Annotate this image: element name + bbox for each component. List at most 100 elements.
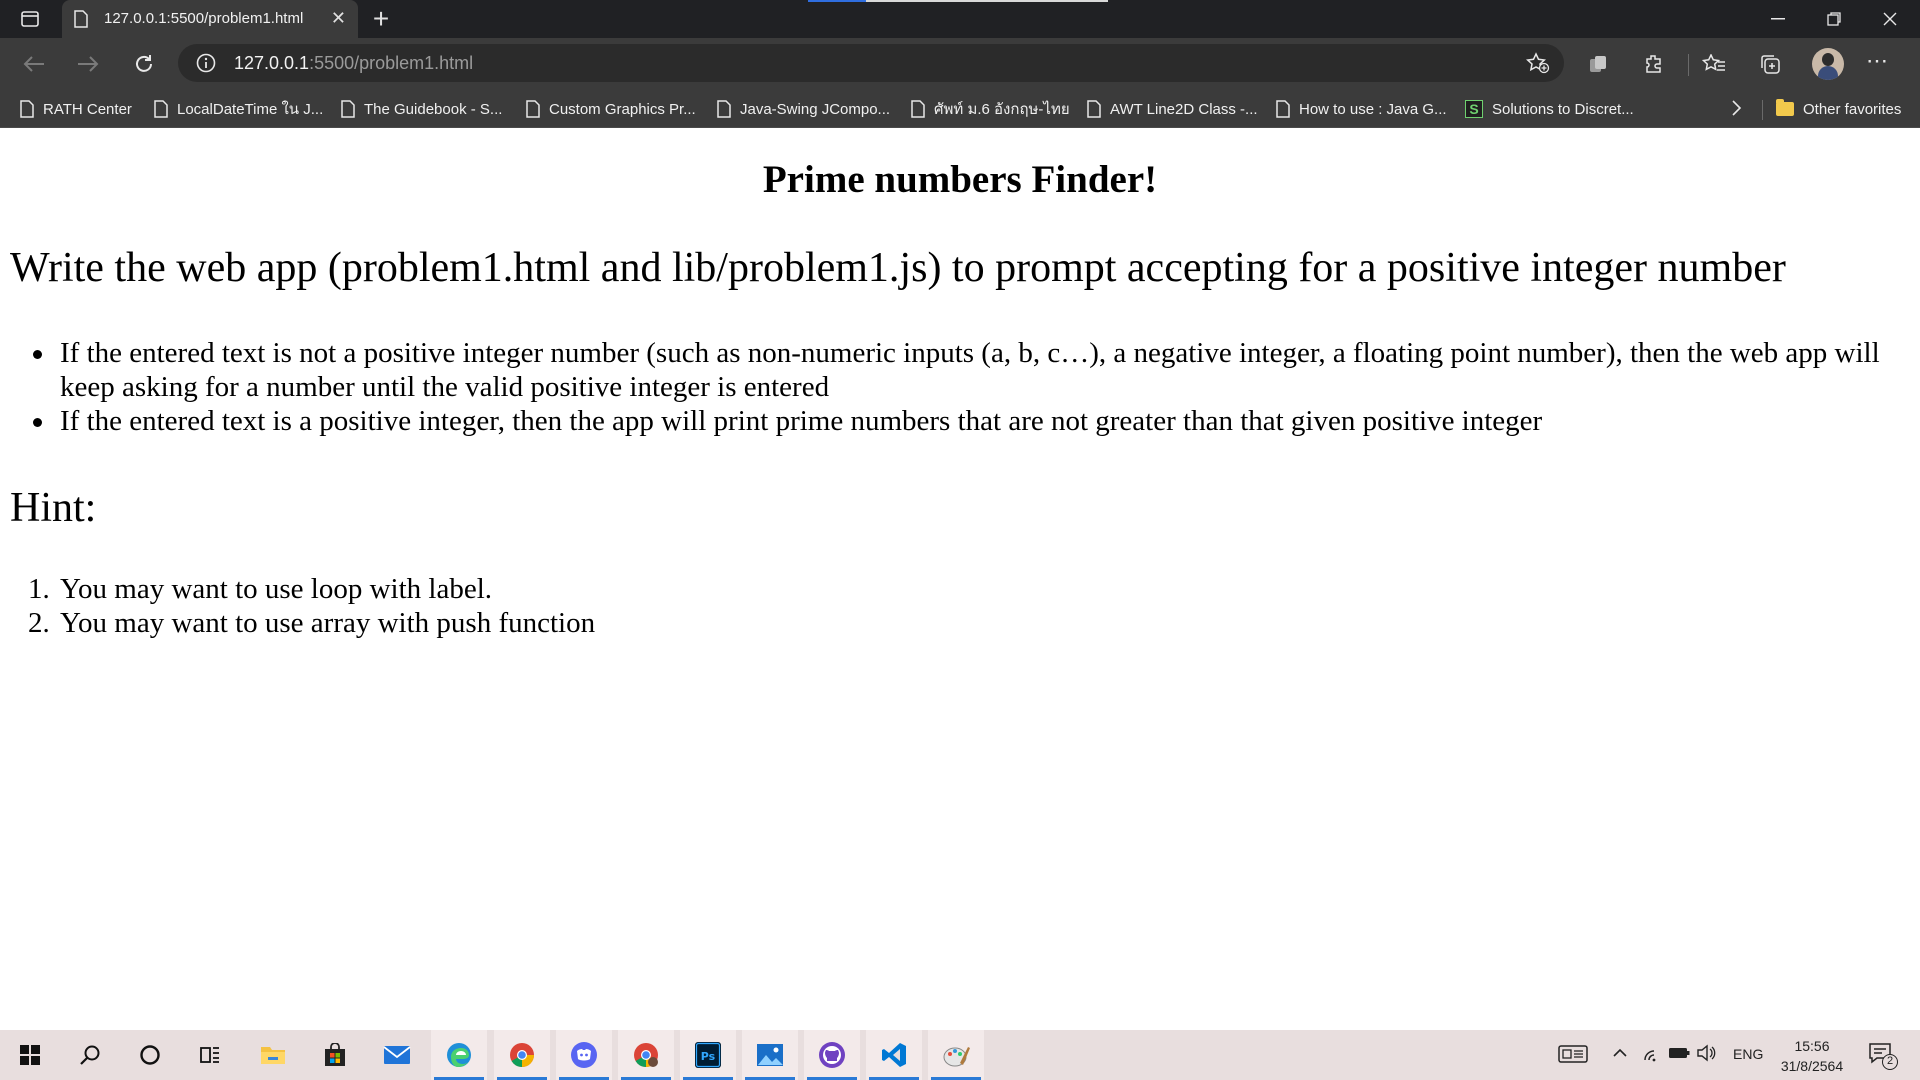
refresh-button[interactable]	[126, 48, 162, 80]
address-bar[interactable]: 127.0.0.1:5500/problem1.html	[178, 44, 1564, 82]
input-language[interactable]: ENG	[1733, 1046, 1763, 1062]
file-explorer-icon[interactable]	[245, 1030, 301, 1080]
page-icon	[1087, 100, 1101, 118]
extension-copy-icon[interactable]	[1584, 50, 1612, 78]
bookmark-label: AWT Line2D Class -...	[1110, 100, 1258, 118]
page-icon	[20, 100, 34, 118]
collections-icon[interactable]	[1756, 50, 1784, 78]
bookmark-label: LocalDateTime ใน J...	[177, 101, 324, 118]
news-widget-icon[interactable]	[1558, 1044, 1588, 1064]
svg-text:Ps: Ps	[701, 1050, 716, 1063]
profile-avatar[interactable]	[1812, 48, 1844, 80]
bookmark-item[interactable]: S Solutions to Discret...	[1465, 96, 1634, 122]
tab-actions-icon[interactable]	[14, 8, 46, 30]
chevron-up-icon[interactable]	[1612, 1044, 1628, 1062]
browser-toolbar: 127.0.0.1:5500/problem1.html ⋯	[0, 38, 1920, 90]
close-window-button[interactable]	[1862, 0, 1918, 38]
bookmark-label: How to use : Java G...	[1299, 100, 1447, 118]
vscode-icon[interactable]	[866, 1030, 922, 1080]
tab-close-button[interactable]: ✕	[331, 8, 346, 28]
browser-title-bar: 127.0.0.1:5500/problem1.html ✕ +	[0, 0, 1920, 38]
bookmark-label: Java-Swing JCompo...	[740, 100, 891, 118]
tab-title: 127.0.0.1:5500/problem1.html	[104, 10, 304, 27]
photoshop-icon[interactable]: Ps	[680, 1030, 736, 1080]
tab-strip-indicator-accent	[808, 0, 866, 2]
hint-text: You may want to use array with push func…	[60, 607, 596, 639]
bookmark-label: RATH Center	[43, 100, 132, 118]
photos-icon[interactable]	[742, 1030, 798, 1080]
clock[interactable]: 15:56 31/8/2564	[1774, 1036, 1850, 1076]
minimize-button[interactable]	[1750, 0, 1806, 38]
back-button[interactable]	[16, 48, 52, 80]
forward-button[interactable]	[70, 48, 106, 80]
list-item: 1. You may want to use loop with label.	[28, 572, 595, 606]
extensions-puzzle-icon[interactable]	[1640, 50, 1668, 78]
bookmark-label: ศัพท์ ม.6 อังกฤษ-ไทย	[934, 101, 1070, 118]
store-icon[interactable]	[307, 1030, 363, 1080]
page-icon	[911, 100, 925, 118]
search-icon[interactable]	[62, 1030, 118, 1080]
chrome-profile-icon[interactable]	[618, 1030, 674, 1080]
bookmark-item[interactable]: Custom Graphics Pr...	[526, 96, 696, 122]
page-icon	[717, 100, 731, 118]
add-favorite-icon[interactable]	[1526, 52, 1550, 79]
list-number: 1.	[28, 573, 50, 605]
page-title: Prime numbers Finder!	[762, 158, 1158, 201]
bookmark-item[interactable]: Java-Swing JCompo...	[717, 96, 890, 122]
chrome-icon[interactable]	[494, 1030, 550, 1080]
list-item: 2. You may want to use array with push fu…	[28, 606, 596, 640]
battery-icon[interactable]	[1668, 1044, 1690, 1062]
page-icon	[1276, 100, 1290, 118]
new-tab-button[interactable]: +	[366, 4, 396, 34]
page-icon	[341, 100, 355, 118]
site-s-icon: S	[1465, 100, 1483, 118]
requirements-list: If the entered text is not a positive in…	[33, 336, 1900, 438]
site-info-icon[interactable]	[196, 53, 216, 78]
bookmark-label: Custom Graphics Pr...	[549, 100, 696, 118]
restore-button[interactable]	[1806, 0, 1862, 38]
volume-icon[interactable]	[1696, 1044, 1718, 1062]
page-icon	[154, 100, 168, 118]
settings-more-button[interactable]: ⋯	[1866, 48, 1889, 74]
url-host: 127.0.0.1	[234, 53, 310, 73]
cortana-icon[interactable]	[122, 1030, 178, 1080]
chevron-right-icon[interactable]	[1730, 99, 1742, 122]
toolbar-separator	[1688, 54, 1689, 76]
notification-center-icon[interactable]: 2	[1868, 1042, 1898, 1070]
bookmark-item[interactable]: LocalDateTime ใน J...	[154, 96, 323, 122]
hints-list: 1. You may want to use loop with label. 2…	[28, 572, 596, 640]
other-favorites[interactable]: Other favorites	[1776, 96, 1901, 122]
page-content: Prime numbers Finder! Write the web app …	[0, 128, 1920, 1030]
start-icon[interactable]	[2, 1030, 58, 1080]
favorites-separator	[1762, 100, 1763, 120]
browser-tab[interactable]: 127.0.0.1:5500/problem1.html ✕	[62, 0, 358, 38]
notification-count-badge: 2	[1882, 1054, 1898, 1070]
bookmark-label: Solutions to Discret...	[1492, 100, 1634, 118]
hint-heading: Hint:	[10, 485, 97, 531]
taskbar: Ps ENG 15:56 31/8/2564 2	[0, 1030, 1920, 1080]
github-desktop-icon[interactable]	[804, 1030, 860, 1080]
page-icon	[74, 10, 88, 33]
paint-icon[interactable]	[928, 1030, 984, 1080]
list-item: If the entered text is not a positive in…	[33, 336, 1900, 404]
bookmark-item[interactable]: How to use : Java G...	[1276, 96, 1447, 122]
favorites-bar: RATH Center LocalDateTime ใน J... The Gu…	[0, 90, 1920, 128]
bookmark-item[interactable]: ศัพท์ ม.6 อังกฤษ-ไทย	[911, 96, 1070, 122]
intro-heading: Write the web app (problem1.html and lib…	[10, 245, 1786, 291]
hint-text: You may want to use loop with label.	[60, 573, 493, 605]
other-favorites-label: Other favorites	[1803, 100, 1902, 118]
task-view-icon[interactable]	[182, 1030, 238, 1080]
folder-icon	[1776, 99, 1794, 116]
edge-icon[interactable]	[431, 1030, 487, 1080]
bookmark-item[interactable]: The Guidebook - S...	[341, 96, 502, 122]
page-icon	[526, 100, 540, 118]
discord-icon[interactable]	[556, 1030, 612, 1080]
bookmark-item[interactable]: RATH Center	[20, 96, 132, 122]
favorites-icon[interactable]	[1700, 50, 1728, 78]
bookmark-item[interactable]: AWT Line2D Class -...	[1087, 96, 1258, 122]
clock-time: 15:56	[1794, 1038, 1830, 1054]
url-text[interactable]: 127.0.0.1:5500/problem1.html	[234, 53, 473, 74]
list-number: 2.	[28, 607, 50, 639]
wifi-icon[interactable]	[1642, 1044, 1662, 1062]
mail-icon[interactable]	[369, 1030, 425, 1080]
